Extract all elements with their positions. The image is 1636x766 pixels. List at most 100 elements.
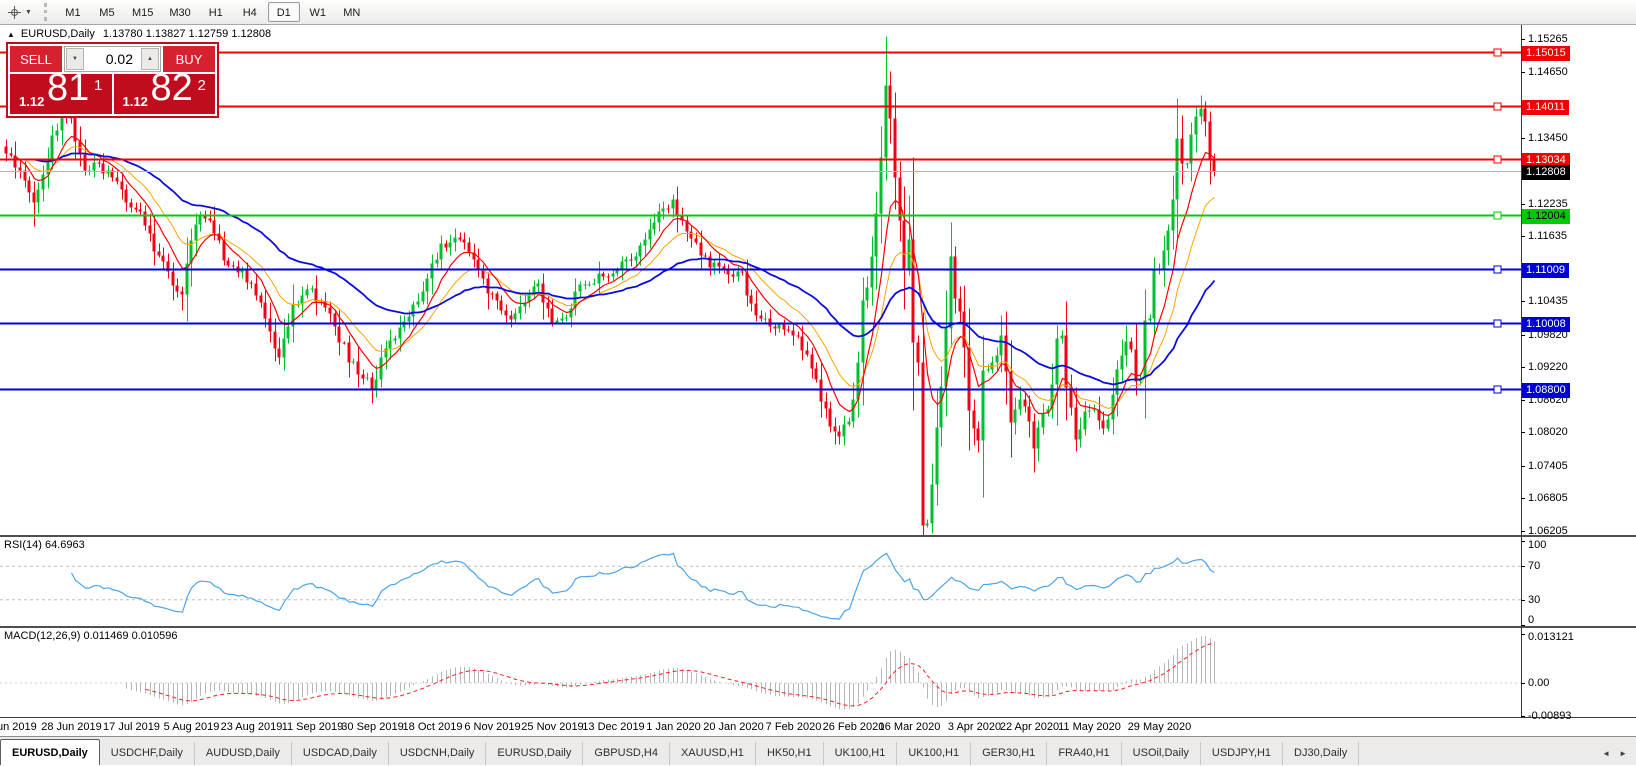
macd-scale-tick bbox=[1521, 683, 1525, 684]
macd-chart[interactable] bbox=[0, 628, 1521, 717]
price-tick-label: 1.06805 bbox=[1528, 491, 1568, 504]
chart-title: ▲ EURUSD,Daily 1.13780 1.13827 1.12759 1… bbox=[7, 28, 271, 40]
price-tick bbox=[1521, 334, 1525, 336]
macd-scale-label: 0.013121 bbox=[1528, 631, 1574, 643]
time-axis[interactable]: 10 Jun 201928 Jun 201917 Jul 20195 Aug 2… bbox=[0, 717, 1636, 736]
timeframe-button-m5[interactable]: M5 bbox=[91, 2, 123, 22]
chart-window: ▲ EURUSD,Daily 1.13780 1.13827 1.12759 1… bbox=[0, 25, 1636, 736]
chart-tab-gbpusd-h4[interactable]: GBPUSD,H4 bbox=[583, 742, 670, 765]
rsi-scale-tick bbox=[1521, 541, 1525, 542]
chart-tab-dj30-daily[interactable]: DJ30,Daily bbox=[1283, 742, 1360, 765]
price-tick bbox=[1521, 235, 1525, 237]
price-line-badge: 1.10008 bbox=[1522, 316, 1570, 332]
buy-price-pipette: 2 bbox=[197, 77, 206, 94]
price-tick bbox=[1521, 300, 1525, 302]
timeframe-button-m15[interactable]: M15 bbox=[125, 2, 160, 22]
price-line-badge: 1.08800 bbox=[1522, 382, 1570, 398]
hline-handle[interactable] bbox=[1493, 385, 1502, 394]
chart-tab-usdjpy-h1[interactable]: USDJPY,H1 bbox=[1201, 742, 1284, 765]
chart-tab-bar: EURUSD,Daily USDCHF,Daily AUDUSD,Daily USDC… bbox=[0, 736, 1636, 765]
price-tick bbox=[1521, 38, 1525, 40]
timeframe-button-m30[interactable]: M30 bbox=[162, 2, 197, 22]
macd-scale-tick bbox=[1521, 716, 1525, 718]
sell-price-pipette: 1 bbox=[94, 77, 103, 94]
price-tick bbox=[1521, 497, 1525, 499]
timeframe-button-m1[interactable]: M1 bbox=[57, 2, 89, 22]
buy-price-button[interactable]: 1.12 82 2 bbox=[113, 67, 215, 114]
rsi-scale-label: 30 bbox=[1528, 593, 1541, 606]
timeframe-button-h1[interactable]: H1 bbox=[200, 2, 232, 22]
timeframe-button-h4[interactable]: H4 bbox=[234, 2, 266, 22]
panel-separator[interactable] bbox=[0, 626, 1636, 628]
rsi-scale-label: 0 bbox=[1528, 614, 1535, 626]
sell-price-button[interactable]: 1.12 81 1 bbox=[10, 67, 112, 114]
chart-tab-ger30-h1[interactable]: GER30,H1 bbox=[971, 742, 1048, 765]
one-click-trading-panel: SELL ▼ 0.02 ▲ BUY 1.12 81 1 1.12 82 2 bbox=[6, 42, 219, 118]
price-tick bbox=[1521, 203, 1525, 205]
price-tick-label: 1.10435 bbox=[1528, 294, 1568, 307]
chart-tab-fra40-h1[interactable]: FRA40,H1 bbox=[1047, 742, 1122, 765]
macd-histogram bbox=[126, 635, 1215, 710]
tab-scroll-right-icon[interactable]: ► bbox=[1619, 749, 1627, 758]
macd-scale-label: 0.00 bbox=[1528, 677, 1550, 689]
chart-tab-xauusd-h1[interactable]: XAUUSD,H1 bbox=[670, 742, 756, 765]
price-line-badge: 1.11009 bbox=[1522, 262, 1569, 278]
rsi-indicator-label: RSI(14) 64.6963 bbox=[4, 539, 85, 551]
price-tick bbox=[1521, 399, 1525, 401]
date-label: 29 May 2020 bbox=[1127, 721, 1192, 733]
rsi-scale-tick bbox=[1521, 625, 1525, 626]
tab-scroll-left-icon[interactable]: ◄ bbox=[1602, 749, 1610, 758]
chart-tab-uk100-h1[interactable]: UK100,H1 bbox=[824, 742, 898, 765]
chart-tab-usdcad-daily[interactable]: USDCAD,Daily bbox=[292, 742, 389, 765]
top-toolbar: ▼ M1 M5 M15 M30 H1 H4 D1 W1 MN bbox=[0, 0, 1636, 25]
rsi-scale-tick bbox=[1521, 566, 1525, 568]
chart-tab-uk100-h1[interactable]: UK100,H1 bbox=[897, 742, 972, 765]
panel-separator[interactable] bbox=[0, 535, 1636, 537]
hline-handle[interactable] bbox=[1493, 102, 1502, 111]
toolbar-drag-handle[interactable] bbox=[43, 3, 47, 21]
volume-input[interactable]: 0.02 bbox=[85, 47, 140, 71]
hline-handle[interactable] bbox=[1493, 155, 1502, 164]
price-tick bbox=[1521, 465, 1525, 467]
price-tick-label: 1.15265 bbox=[1528, 32, 1568, 45]
price-line-badge: 1.12004 bbox=[1522, 208, 1570, 224]
hline-handle[interactable] bbox=[1493, 211, 1502, 220]
price-tick-label: 1.11635 bbox=[1528, 229, 1567, 242]
hline-handle[interactable] bbox=[1493, 319, 1502, 328]
price-tick-label: 1.08020 bbox=[1528, 425, 1568, 438]
chart-tab-eurusd-daily[interactable]: EURUSD,Daily bbox=[0, 739, 100, 765]
price-tick bbox=[1521, 431, 1525, 433]
hline-handle[interactable] bbox=[1493, 265, 1502, 274]
crosshair-tool-button[interactable]: ▼ bbox=[3, 2, 36, 23]
price-tick bbox=[1521, 71, 1525, 73]
timeframe-button-d1[interactable]: D1 bbox=[267, 2, 300, 22]
sell-price-digits: 81 bbox=[47, 67, 90, 109]
candlestick-chart[interactable] bbox=[0, 25, 1521, 535]
chart-tab-usoil-daily[interactable]: USOil,Daily bbox=[1122, 742, 1201, 765]
timeframe-toolbar: M1 M5 M15 M30 H1 H4 D1 W1 MN bbox=[56, 2, 369, 22]
price-line-badge: 1.14011 bbox=[1522, 99, 1569, 115]
collapse-chart-icon[interactable]: ▲ bbox=[7, 30, 15, 39]
chart-tab-usdcnh-daily[interactable]: USDCNH,Daily bbox=[389, 742, 487, 765]
chart-symbol-period: EURUSD,Daily bbox=[20, 28, 95, 40]
timeframe-button-w1[interactable]: W1 bbox=[302, 2, 334, 22]
price-tick-label: 1.07405 bbox=[1528, 459, 1568, 472]
price-line-badge: 1.15015 bbox=[1522, 45, 1570, 61]
chart-tab-hk50-h1[interactable]: HK50,H1 bbox=[756, 742, 824, 765]
macd-scale-tick bbox=[1521, 634, 1525, 636]
macd-signal-line bbox=[145, 642, 1215, 707]
rsi-chart[interactable] bbox=[0, 537, 1521, 626]
price-tick-label: 1.13450 bbox=[1528, 131, 1568, 144]
macd-scale-label: -0.00893 bbox=[1528, 710, 1572, 722]
tab-scroll-arrows: ◄ ► bbox=[1602, 749, 1636, 758]
chart-tabs: EURUSD,Daily USDCHF,Daily AUDUSD,Daily USDC… bbox=[0, 737, 1360, 765]
chart-tab-usdchf-daily[interactable]: USDCHF,Daily bbox=[100, 742, 195, 765]
buy-price-digits: 82 bbox=[150, 67, 193, 109]
price-tick-label: 1.09220 bbox=[1528, 360, 1568, 373]
hline-handle[interactable] bbox=[1493, 48, 1502, 57]
timeframe-button-mn[interactable]: MN bbox=[336, 2, 368, 22]
chart-tab-eurusd-daily[interactable]: EURUSD,Daily bbox=[486, 742, 584, 765]
chart-tab-audusd-daily[interactable]: AUDUSD,Daily bbox=[195, 742, 292, 765]
price-tick bbox=[1521, 530, 1525, 532]
current-price-badge: 1.12808 bbox=[1522, 164, 1570, 180]
